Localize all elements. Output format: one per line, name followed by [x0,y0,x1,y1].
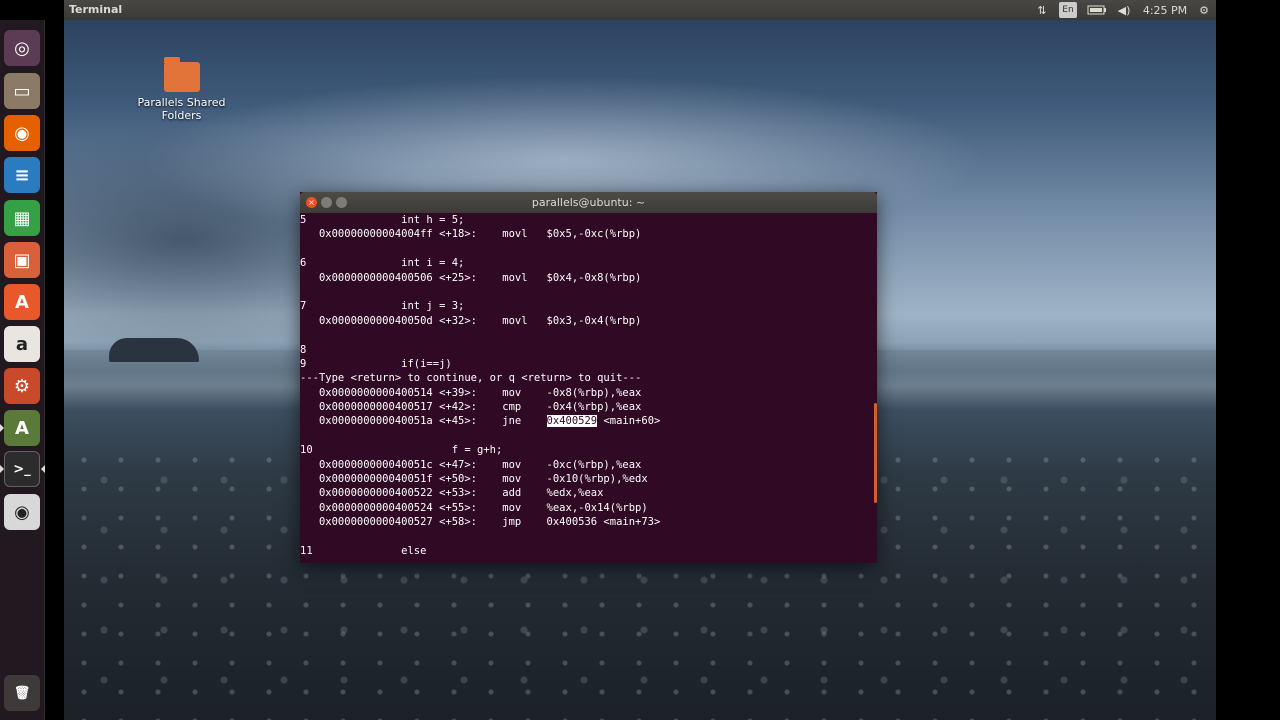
dvd-icon: ◉ [14,501,30,523]
screen: Parallels Shared Folders Terminal ⇅ En ◀… [64,0,1216,720]
running-indicator [0,424,4,432]
terminal-line: 6 int i = 4; [300,256,877,270]
terminal-line-text: 9 if(i==j) [300,357,452,370]
impress-icon: ▣ [13,249,31,271]
files-icon: ▭ [13,80,31,102]
launcher-calc-button[interactable]: ▦ [4,200,40,236]
selected-address[interactable]: 0x400529 [546,415,598,428]
terminal-line: 5 int h = 5; [300,213,877,227]
scrollbar-thumb[interactable] [874,403,877,503]
terminal-line-text: 0x0000000000400524 <+55>: mov %eax,-0x14… [300,501,648,514]
focused-indicator [41,465,45,473]
terminal-line-text: 0x000000000040050d <+32>: movl $0x3,-0x4… [300,314,642,327]
desktop-icon-parallels-shared-folders[interactable]: Parallels Shared Folders [134,57,229,122]
launcher: ◎ ▭ ◉ ≡ ▦ ▣ Aa ⚙ A >_ ◉ 🗑 [0,20,45,720]
terminal-line-text: ---Type <return> to continue, or q <retu… [300,372,642,385]
terminal-line-text: 0x000000000040051f <+50>: mov -0x10(%rbp… [300,473,648,486]
launcher-software-center-button[interactable]: A [4,284,40,320]
terminal-line-text: 0x0000000000400514 <+39>: mov -0x8(%rbp)… [300,386,642,399]
terminal-line: 0x0000000000400524 <+55>: mov %eax,-0x14… [300,501,877,515]
battery-icon[interactable] [1086,2,1108,18]
jump-target-label: <main+60> [597,415,661,428]
terminal-line: 0x000000000040050d <+32>: movl $0x3,-0x4… [300,314,877,328]
terminal-line: 0x000000000040051c <+47>: mov -0xc(%rbp)… [300,458,877,472]
updater-icon: A [15,417,29,439]
terminal-line: 10 f = g+h; [300,443,877,457]
desktop-icon-label-line1: Parallels Shared [137,96,226,109]
terminal-line-text: 0x00000000004004ff <+18>: movl $0x5,-0xc… [300,228,642,241]
trash-icon: 🗑 [13,685,31,701]
terminal-line-text: 11 else [300,544,427,557]
amazon-icon: a [15,333,29,355]
firefox-icon: ◉ [14,122,30,144]
terminal-titlebar[interactable]: × parallels@ubuntu: ~ [300,192,877,213]
software-center-icon: A [15,291,29,313]
terminal-line-text: 0x0000000000400527 <+58>: jmp 0x400536 <… [300,516,661,529]
terminal-body[interactable]: 5 int h = 5; 0x00000000004004ff <+18>: m… [300,213,877,563]
wallpaper-headland [109,338,199,362]
terminal-line: 9 if(i==j) [300,357,877,371]
terminal-title: parallels@ubuntu: ~ [531,196,646,209]
terminal-line: 0x0000000000400517 <+42>: cmp -0x4(%rbp)… [300,400,877,414]
launcher-trash-button[interactable]: 🗑 [4,675,40,711]
terminal-line-text: 6 int i = 4; [300,257,465,270]
terminal-line: 0x0000000000400527 <+58>: jmp 0x400536 <… [300,515,877,529]
terminal-line: 0x0000000000400514 <+39>: mov -0x8(%rbp)… [300,386,877,400]
terminal-line-text: 0x0000000000400522 <+53>: add %edx,%eax [300,487,604,500]
desktop-icon-label-line2: Folders [161,109,202,122]
terminal-line-text: 0x000000000040051a <+45>: jne [300,415,547,428]
terminal-line-text: 10 f = g+h; [300,444,503,457]
keyboard-layout-icon[interactable]: En [1059,2,1077,18]
terminal-line: 8 [300,343,877,357]
keyboard-layout-label: En [1062,5,1074,15]
terminal-line: ---Type <return> to continue, or q <retu… [300,371,877,385]
settings-icon: ⚙ [13,375,31,397]
terminal-line: 7 int j = 3; [300,299,877,313]
running-indicator [0,465,4,473]
launcher-impress-button[interactable]: ▣ [4,242,40,278]
desktop-icon-label: Parallels Shared Folders [134,96,229,122]
launcher-dash-button[interactable]: ◎ [4,30,40,66]
terminal-output[interactable]: 5 int h = 5; 0x00000000004004ff <+18>: m… [300,213,877,558]
launcher-files-button[interactable]: ▭ [4,73,40,109]
terminal-line-text: 0x000000000040051c <+47>: mov -0xc(%rbp)… [300,458,642,471]
launcher-terminal-button[interactable]: >_ [4,451,40,487]
terminal-line-text: 5 int h = 5; [300,214,465,226]
terminal-line: 0x00000000004004ff <+18>: movl $0x5,-0xc… [300,227,877,241]
terminal-line: 0x0000000000400522 <+53>: add %edx,%eax [300,486,877,500]
terminal-line: 11 else [300,544,877,558]
terminal-window[interactable]: × parallels@ubuntu: ~ 5 int h = 5; 0x000… [300,192,877,563]
clock[interactable]: 4:25 PM [1140,2,1190,18]
launcher-amazon-button[interactable]: a [4,326,40,362]
top-panel: Terminal ⇅ En ◀) 4:25 PM ⚙ [64,0,1216,20]
folder-icon [163,57,200,92]
volume-icon[interactable]: ◀) [1116,2,1132,18]
active-app-title: Terminal [69,3,123,16]
dash-icon: ◎ [14,37,30,59]
terminal-line-text: 0x0000000000400517 <+42>: cmp -0x4(%rbp)… [300,401,642,414]
terminal-line-text: 0x0000000000400506 <+25>: movl $0x4,-0x8… [300,271,642,284]
launcher-updater-button[interactable]: A [4,410,40,446]
terminal-line: 0x0000000000400506 <+25>: movl $0x4,-0x8… [300,271,877,285]
network-icon[interactable]: ⇅ [1034,2,1050,18]
terminal-line: 0x000000000040051f <+50>: mov -0x10(%rbp… [300,472,877,486]
writer-icon: ≡ [14,164,30,186]
launcher-settings-button[interactable]: ⚙ [4,368,40,404]
launcher-writer-button[interactable]: ≡ [4,157,40,193]
terminal-scrollbar[interactable] [873,213,877,563]
terminal-icon: >_ [13,461,31,477]
calc-icon: ▦ [13,207,31,229]
terminal-line-text: 8 [300,343,307,356]
gear-icon[interactable]: ⚙ [1196,2,1212,18]
launcher-firefox-button[interactable]: ◉ [4,115,40,151]
terminal-line-text: 7 int j = 3; [300,300,465,313]
terminal-line: 0x000000000040051a <+45>: jne 0x400529 <… [300,414,877,428]
launcher-dvd-button[interactable]: ◉ [4,494,40,530]
